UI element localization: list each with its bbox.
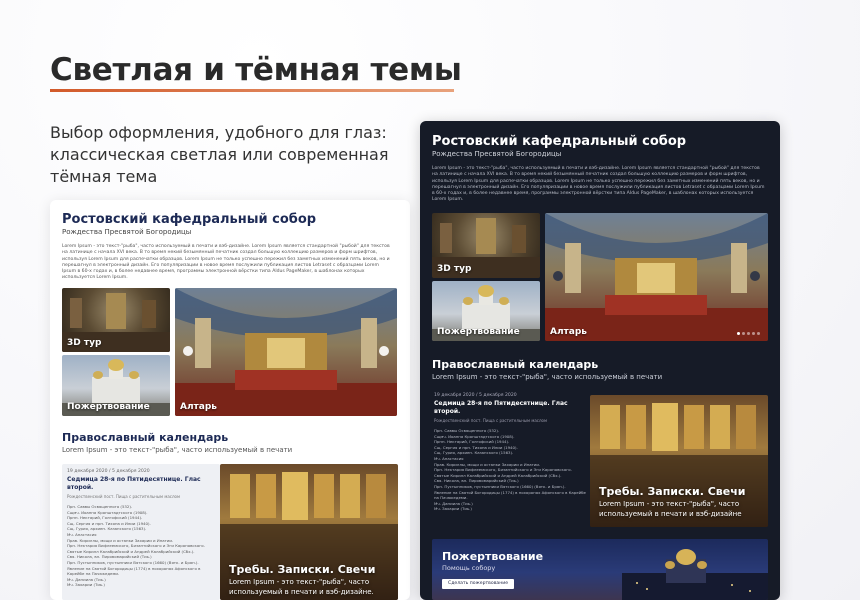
dark-theme-preview: Ростовский кафедральный собор Рождества … [420, 121, 780, 600]
altar-label: Алтарь [180, 402, 217, 412]
altar-tile[interactable]: Алтарь [545, 213, 768, 341]
list-item: Прп. Нектария Вифлеемского, Бизантийског… [434, 467, 572, 473]
treby-feature-card[interactable]: Требы. Записки. Свечи Lorem Ipsum - это … [220, 464, 398, 600]
calendar-subtitle: Lorem Ipsum - это текст-"рыба", часто ис… [432, 373, 663, 381]
donation-subtitle: Помощь собору [442, 564, 496, 572]
list-item: Явление на Святой Богородицы (1774) в по… [434, 489, 586, 501]
donate-button[interactable]: Сделать пожертвование [442, 579, 515, 589]
calendar-panel: 19 декабря 2020 / 5 декабря 2020 Седмица… [62, 464, 220, 600]
donation-title: Пожертвование [442, 550, 544, 563]
calendar-panel: 19 декабря 2020 / 5 декабря 2020 Седмица… [432, 391, 588, 535]
saints-list: Прп. Саввы Освященного (532). Сщмч. Иоан… [67, 504, 215, 588]
tour-tile[interactable]: 3D тур [62, 288, 170, 352]
calendar-date: 19 декабря 2020 / 5 декабря 2020 [434, 393, 517, 398]
donation-label: Пожертвование [437, 327, 520, 337]
carousel-dots[interactable] [737, 332, 760, 335]
calendar-heading: Седмица 28-я по Пятидесятнице. Глас втор… [434, 400, 568, 415]
treby-feature-card[interactable]: Требы. Записки. Свечи Lorem Ipsum - это … [590, 395, 768, 527]
light-theme-preview: Ростовский кафедральный собор Рождества … [50, 200, 410, 600]
calendar-heading: Седмица 28-я по Пятидесятнице. Глас втор… [67, 476, 201, 491]
list-item: Прп. Нектария Вифлеемского, Бизантийског… [67, 543, 205, 549]
cathedral-title: Ростовский кафедральный собор [432, 134, 687, 149]
tour-tile[interactable]: 3D тур [432, 213, 540, 278]
calendar-note: Рождественский пост. Пища с растительным… [434, 418, 548, 423]
calendar-subtitle: Lorem Ipsum - это текст-"рыба", часто ис… [62, 446, 293, 454]
cathedral-description: Lorem Ipsum - это текст-"рыба", часто ис… [62, 244, 390, 281]
saints-list: Прп. Саввы Освященного (532). Сщмч. Иоан… [434, 428, 586, 512]
carousel-prev-button[interactable] [183, 346, 193, 356]
list-item: Мч. Захарии (Тиь.) [434, 506, 472, 512]
altar-image [175, 288, 397, 416]
donation-label: Пожертвование [67, 402, 150, 412]
calendar-date: 19 декабря 2020 / 5 декабря 2020 [67, 469, 150, 474]
carousel-prev-button[interactable] [553, 271, 563, 281]
cathedral-description: Lorem Ipsum - это текст-"рыба", часто ис… [432, 166, 765, 203]
tour-label: 3D тур [437, 264, 472, 274]
cathedral-title: Ростовский кафедральный собор [62, 212, 317, 227]
calendar-title: Православный календарь [432, 358, 599, 371]
feature-text: Lorem Ipsum - это текст-"рыба", часто ис… [599, 500, 742, 518]
feature-title: Требы. Записки. Свечи [229, 563, 376, 576]
page-title: Светлая и тёмная темы [50, 52, 462, 88]
list-item: Прп. Пустынников, пустынники Вятского (1… [434, 483, 566, 489]
donation-tile[interactable]: Пожертвование [62, 355, 170, 416]
page-subtitle: Выбор оформления, удобного для глаз: кла… [50, 123, 389, 186]
altar-label: Алтарь [550, 327, 587, 337]
cathedral-subtitle: Рождества Пресвятой Богородицы [62, 228, 192, 236]
carousel-next-button[interactable] [379, 346, 389, 356]
calendar-note: Рождественский пост. Пища с растительным… [67, 494, 181, 499]
feature-text: Lorem Ipsum - это текст-"рыба", часто ис… [229, 578, 374, 596]
calendar-title: Православный календарь [62, 431, 229, 444]
carousel-next-button[interactable] [750, 271, 760, 281]
donation-tile[interactable]: Пожертвование [432, 281, 540, 341]
cathedral-subtitle: Рождества Пресвятой Богородицы [432, 150, 562, 158]
feature-title: Требы. Записки. Свечи [599, 485, 746, 498]
list-item: Явление на Святой Богородицы (1774) в по… [67, 565, 201, 577]
list-item: Прп. Пустынников, пустынники Вятского (1… [67, 559, 199, 565]
donation-banner[interactable]: Пожертвование Помощь собору Сделать поже… [432, 539, 768, 600]
altar-tile[interactable]: Алтарь [175, 288, 397, 416]
tour-label: 3D тур [67, 338, 102, 348]
list-item: Мч. Захарии (Тиь.) [67, 582, 105, 588]
altar-image [545, 213, 768, 341]
title-underline [50, 89, 454, 92]
